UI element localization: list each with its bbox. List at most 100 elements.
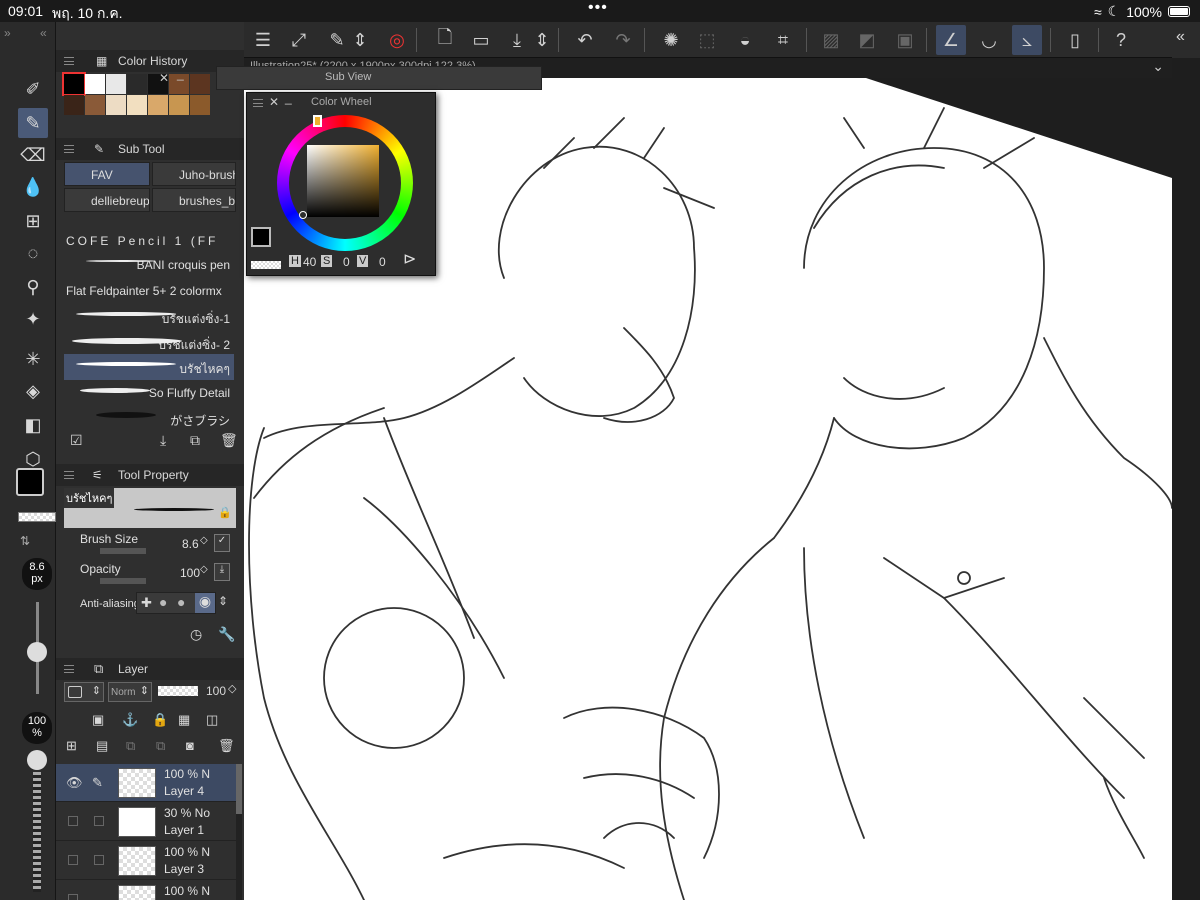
minimize-icon-2[interactable]: _ xyxy=(285,91,292,105)
stepper-icon-3[interactable]: ◇ xyxy=(228,682,236,695)
merge-down-icon[interactable]: ⧉ xyxy=(156,738,165,754)
new-raster-layer-icon[interactable]: ⊞ xyxy=(66,738,77,754)
visibility-checkbox[interactable] xyxy=(68,855,78,865)
opacity-slider[interactable] xyxy=(100,578,146,584)
sub-tool-header[interactable]: ✎ Sub Tool xyxy=(56,138,244,160)
lasso-tool-icon[interactable]: ◌ xyxy=(18,238,48,268)
gradient-tool-icon[interactable]: ◧ xyxy=(18,410,48,440)
stepper-icon[interactable]: ◇ xyxy=(200,535,208,546)
brush-item-flat-feldpainter[interactable]: Flat Feldpainter 5+ 2 colormx xyxy=(64,278,234,304)
sub-view-window[interactable]: ✕ _ Sub View xyxy=(159,66,542,90)
chevron-left-double-icon[interactable]: « xyxy=(1176,28,1185,46)
resize-icon[interactable]: ⤢ xyxy=(284,25,314,55)
pen-pressure-icon[interactable]: ⦣ xyxy=(1012,25,1042,55)
color-swatch[interactable] xyxy=(127,74,147,94)
undo-icon[interactable]: ↶ xyxy=(570,25,600,55)
layer-name[interactable]: Layer 4 xyxy=(164,784,204,798)
layer-name[interactable]: Layer 3 xyxy=(164,862,204,876)
aa-none-icon[interactable]: ✚ xyxy=(141,595,152,611)
color-swatch[interactable] xyxy=(127,95,147,115)
deselect-icon[interactable]: ⬚ xyxy=(692,25,722,55)
main-color-chip-2[interactable] xyxy=(251,227,271,247)
tab-delliebreup[interactable]: delliebreup xyxy=(64,188,150,212)
redo-icon[interactable]: ↷ xyxy=(608,25,638,55)
layer-header[interactable]: ⧉ Layer xyxy=(56,658,244,680)
help-icon[interactable]: ? xyxy=(1106,25,1136,55)
clip-layer-icon[interactable]: ▣ xyxy=(92,712,104,728)
timer-icon[interactable]: ◷ xyxy=(190,626,202,643)
reference-layer-icon[interactable]: ⚓ xyxy=(122,712,138,728)
fill-icon[interactable]: ◒ xyxy=(730,25,760,55)
saturation-value[interactable]: 0 xyxy=(343,255,350,269)
wrench-icon[interactable]: 🔧 xyxy=(218,626,235,643)
brush-item-thai-selected[interactable]: บรัชไหคๆ xyxy=(64,354,234,380)
lock-layer-icon[interactable]: 🔒 xyxy=(152,712,168,728)
close-icon-2[interactable]: ✕ xyxy=(269,95,279,109)
save-icon[interactable]: ⤓ xyxy=(502,25,532,55)
brush-size-pressure-check[interactable]: ✓ xyxy=(214,534,230,552)
color-swatch[interactable] xyxy=(64,95,84,115)
color-history-swatches[interactable] xyxy=(62,72,228,134)
chevron-updown-icon[interactable]: ⇕ xyxy=(352,25,368,55)
new-folder-icon[interactable]: ▤ xyxy=(96,738,108,754)
ruler-snap-icon[interactable]: ∠ xyxy=(936,25,966,55)
device-icon[interactable]: ▯ xyxy=(1060,25,1090,55)
hue-value[interactable]: 40 xyxy=(303,255,316,269)
clear-selection-icon[interactable]: ◩ xyxy=(852,25,882,55)
loading-icon[interactable]: ✺ xyxy=(656,25,686,55)
color-swatch[interactable] xyxy=(85,95,105,115)
frame-icon[interactable]: ▣ xyxy=(890,25,920,55)
selection-tool-icon[interactable]: ⊞ xyxy=(18,206,48,236)
layer-type-select[interactable]: ⇕ xyxy=(64,682,104,702)
tab-brushes-by[interactable]: brushes_by xyxy=(152,188,236,212)
menu-icon[interactable]: ☰ xyxy=(248,25,278,55)
hue-cursor[interactable] xyxy=(313,115,322,127)
transfer-down-icon[interactable]: ⧉ xyxy=(126,738,135,754)
stabilizer-icon[interactable]: ◡ xyxy=(974,25,1004,55)
visibility-checkbox[interactable] xyxy=(68,816,78,826)
play-circle-icon[interactable]: ⊳ xyxy=(403,249,416,269)
chevron-right-double-icon[interactable]: » xyxy=(4,26,11,40)
saturation-value-square[interactable] xyxy=(307,145,379,217)
opacity-value[interactable]: 100 xyxy=(180,566,200,580)
toolbar-collapse[interactable]: « xyxy=(1172,22,1200,58)
color-swatch[interactable] xyxy=(106,74,126,94)
mask-layer-icon[interactable]: ◫ xyxy=(206,712,218,728)
value-value[interactable]: 0 xyxy=(379,255,386,269)
visibility-checkbox[interactable] xyxy=(68,894,78,900)
eraser-tool-icon[interactable]: ⌫ xyxy=(18,140,48,170)
aa-strong-icon[interactable]: ◉ xyxy=(195,593,215,613)
color-swatch[interactable] xyxy=(62,72,86,96)
opacity-pressure-check[interactable]: ⤓ xyxy=(214,563,230,581)
fill-tool-icon[interactable]: ◈ xyxy=(18,376,48,406)
slider-options-icon[interactable]: ⇅ xyxy=(20,534,30,548)
opacity-track[interactable] xyxy=(33,772,41,892)
subtool-settings-icon[interactable]: ☑ xyxy=(70,432,83,449)
clip-studio-icon[interactable]: ◎ xyxy=(382,25,412,55)
lock-transparent-icon[interactable]: ▦ xyxy=(178,712,190,728)
transparent-color-chip[interactable] xyxy=(18,512,56,522)
brush-item-cofe-pencil[interactable]: COFE Pencil 1 (FF xyxy=(64,228,234,254)
chevron-updown-icon-2[interactable]: ⇕ xyxy=(534,25,550,55)
multitask-dots-icon[interactable]: ••• xyxy=(588,0,608,17)
clear-icon[interactable]: ▨ xyxy=(816,25,846,55)
subtool-delete-icon[interactable]: 🗑 xyxy=(220,432,238,449)
color-swatch[interactable] xyxy=(190,95,210,115)
color-swatch[interactable] xyxy=(169,95,189,115)
subtool-duplicate-icon[interactable]: ⧉ xyxy=(190,432,200,449)
color-swatch[interactable] xyxy=(106,95,126,115)
layer-row[interactable]: 100 % N Layer 3 xyxy=(56,842,236,880)
edit-checkbox[interactable] xyxy=(94,855,104,865)
aa-weak-icon[interactable]: ● xyxy=(159,594,167,610)
blend-mode-select[interactable]: Norm ⇕ xyxy=(108,682,152,702)
eyedropper-tool-icon[interactable]: ⚲ xyxy=(18,272,48,302)
lock-icon[interactable]: 🔒 xyxy=(218,506,232,519)
layer-row[interactable]: 👁 ✎ 100 % N Layer 4 xyxy=(56,764,236,802)
blend-tool-icon[interactable]: 💧 xyxy=(18,172,48,202)
chevron-left-double-icon-2[interactable]: « xyxy=(40,26,47,40)
color-swatch[interactable] xyxy=(190,74,210,94)
transparent-chip-2[interactable] xyxy=(251,261,281,269)
tab-fav[interactable]: FAV xyxy=(64,162,150,186)
delete-layer-icon[interactable]: 🗑 xyxy=(218,738,235,754)
brush-size-slider[interactable] xyxy=(100,548,146,554)
